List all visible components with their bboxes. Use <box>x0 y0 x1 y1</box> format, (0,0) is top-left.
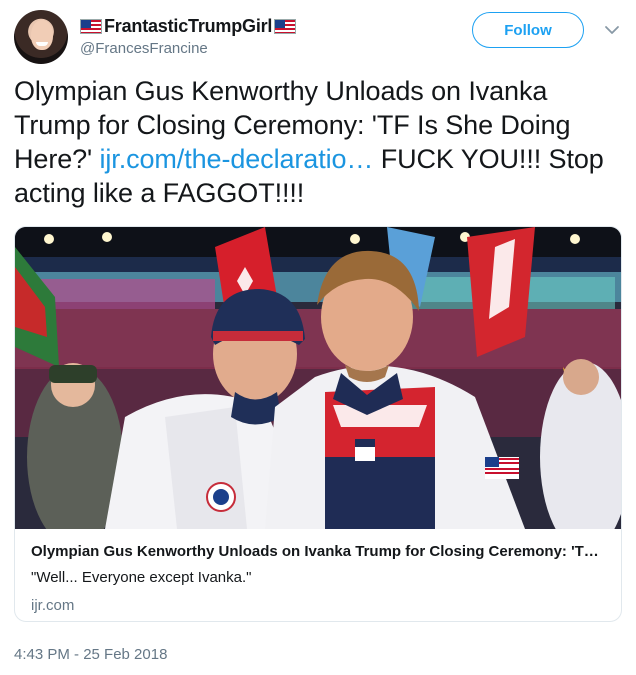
us-flag-icon <box>80 18 102 34</box>
card-title[interactable]: Olympian Gus Kenworthy Unloads on Ivanka… <box>31 543 605 560</box>
tweet-link[interactable]: ijr.com/the-declaratio… <box>100 144 374 174</box>
tweet-timestamp[interactable]: 4:43 PM - 25 Feb 2018 <box>14 646 167 663</box>
card-domain: ijr.com <box>31 597 75 614</box>
display-name-row[interactable]: FrantasticTrumpGirl <box>80 14 297 38</box>
tweet-header: FrantasticTrumpGirl @FrancesFrancine Fol… <box>14 8 624 64</box>
card-text[interactable]: Olympian Gus Kenworthy Unloads on Ivanka… <box>31 543 605 614</box>
tweet-text: Olympian Gus Kenworthy Unloads on Ivanka… <box>14 74 624 210</box>
avatar[interactable] <box>14 10 68 64</box>
us-flag-icon <box>274 18 297 34</box>
card-image[interactable] <box>15 227 621 529</box>
link-card[interactable]: Olympian Gus Kenworthy Unloads on Ivanka… <box>14 226 622 622</box>
user-handle[interactable]: @FrancesFrancine <box>80 40 208 57</box>
chevron-down-icon[interactable] <box>604 22 620 38</box>
follow-button[interactable]: Follow <box>472 12 584 48</box>
card-description: "Well... Everyone except Ivanka." <box>31 569 252 586</box>
display-name[interactable]: FrantasticTrumpGirl <box>104 16 272 37</box>
